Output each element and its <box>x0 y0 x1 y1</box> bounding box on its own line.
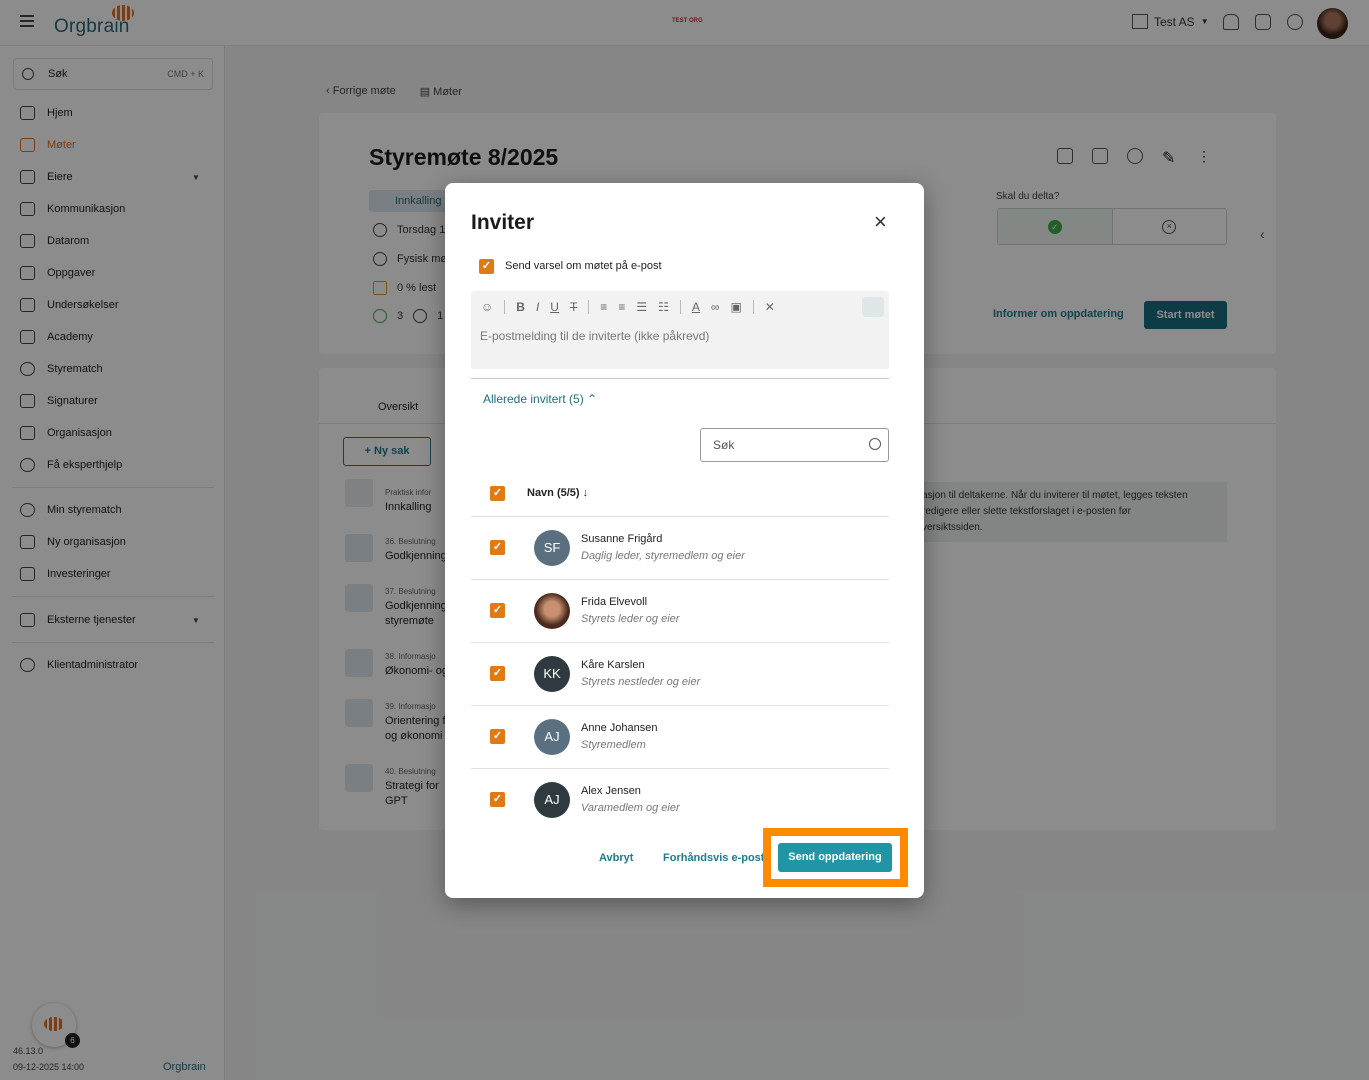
row-divider <box>471 768 889 769</box>
avatar: KK <box>534 656 570 692</box>
italic-icon[interactable]: I <box>536 300 539 314</box>
toolbar-separator <box>504 300 506 314</box>
send-notice-label: Send varsel om møtet på e-post <box>505 260 662 272</box>
avatar: SF <box>534 530 570 566</box>
toolbar-separator <box>752 300 754 314</box>
send-notice-checkbox[interactable]: ✓ <box>479 259 494 274</box>
invite-dialog: Inviter × ✓ Send varsel om møtet på e-po… <box>445 183 924 898</box>
person-checkbox[interactable]: ✓ <box>490 603 505 618</box>
person-role: Daglig leder, styremedlem og eier <box>581 550 745 562</box>
avatar-initials: KK <box>543 666 561 681</box>
toggle-label: Allerede invitert (5) <box>483 392 584 406</box>
avatar <box>534 593 570 629</box>
person-checkbox[interactable]: ✓ <box>490 540 505 555</box>
row-divider <box>471 579 889 580</box>
strikethrough-icon[interactable]: T <box>570 300 577 314</box>
close-icon[interactable]: × <box>874 211 887 233</box>
underline-icon[interactable]: U <box>550 300 559 314</box>
text-color-icon[interactable]: A <box>692 300 700 314</box>
outdent-icon[interactable]: ≡ <box>618 300 625 314</box>
person-role: Styremedlem <box>581 739 646 751</box>
avatar-initials: AJ <box>544 792 560 807</box>
numbered-list-icon[interactable]: ☷ <box>658 300 669 314</box>
send-update-button[interactable]: Send oppdatering <box>778 843 892 872</box>
person-name: Anne Johansen <box>581 722 658 734</box>
select-all-checkbox[interactable]: ✓ <box>490 486 505 501</box>
cancel-button[interactable]: Avbryt <box>599 852 633 864</box>
toolbar-separator <box>588 300 590 314</box>
image-icon[interactable]: ▣ <box>730 300 741 314</box>
person-name: Susanne Frigård <box>581 533 663 545</box>
row-divider <box>471 642 889 643</box>
row-divider <box>471 705 889 706</box>
link-icon[interactable]: ∞ <box>711 300 720 314</box>
avatar: AJ <box>534 782 570 818</box>
editor-toolbar: ☺ B I U T ≡ ≡ ☰ ☷ A ∞ ▣ ✕ <box>481 300 775 314</box>
person-role: Styrets nestleder og eier <box>581 676 701 688</box>
person-role: Styrets leder og eier <box>581 613 680 625</box>
person-name: Alex Jensen <box>581 785 641 797</box>
search-placeholder: Søk <box>713 438 735 452</box>
indent-icon[interactable]: ≡ <box>600 300 607 314</box>
preview-email-button[interactable]: Forhåndsvis e-post <box>663 852 764 864</box>
clear-format-icon[interactable]: ✕ <box>765 300 775 314</box>
bold-icon[interactable]: B <box>516 300 525 314</box>
search-icon <box>869 438 881 450</box>
invitee-search-input[interactable]: Søk <box>700 428 889 462</box>
ai-assist-icon[interactable] <box>862 297 884 317</box>
person-checkbox[interactable]: ✓ <box>490 666 505 681</box>
avatar: AJ <box>534 719 570 755</box>
person-checkbox[interactable]: ✓ <box>490 792 505 807</box>
person-name: Frida Elvevoll <box>581 596 648 608</box>
dialog-title: Inviter <box>471 211 535 234</box>
arrow-down-icon: ↓ <box>582 487 589 499</box>
avatar-initials: AJ <box>544 729 560 744</box>
column-header-name[interactable]: Navn (5/5) ↓ <box>527 487 588 499</box>
toolbar-separator <box>679 300 681 314</box>
chevron-up-icon: ⌃ <box>587 392 598 406</box>
bullet-list-icon[interactable]: ☰ <box>636 300 647 314</box>
already-invited-toggle[interactable]: Allerede invitert (5) ⌃ <box>483 392 597 406</box>
row-divider <box>471 516 889 517</box>
avatar-initials: SF <box>543 540 561 555</box>
person-checkbox[interactable]: ✓ <box>490 729 505 744</box>
person-name: Kåre Karslen <box>581 659 645 671</box>
person-role: Varamedlem og eier <box>581 802 680 814</box>
email-message-editor[interactable]: ☺ B I U T ≡ ≡ ☰ ☷ A ∞ ▣ ✕ E-postmelding … <box>471 291 889 369</box>
editor-placeholder: E-postmelding til de inviterte (ikke påk… <box>480 329 710 343</box>
column-label: Navn (5/5) <box>527 487 580 499</box>
editor-underline <box>471 378 889 379</box>
emoji-icon[interactable]: ☺ <box>481 300 493 314</box>
